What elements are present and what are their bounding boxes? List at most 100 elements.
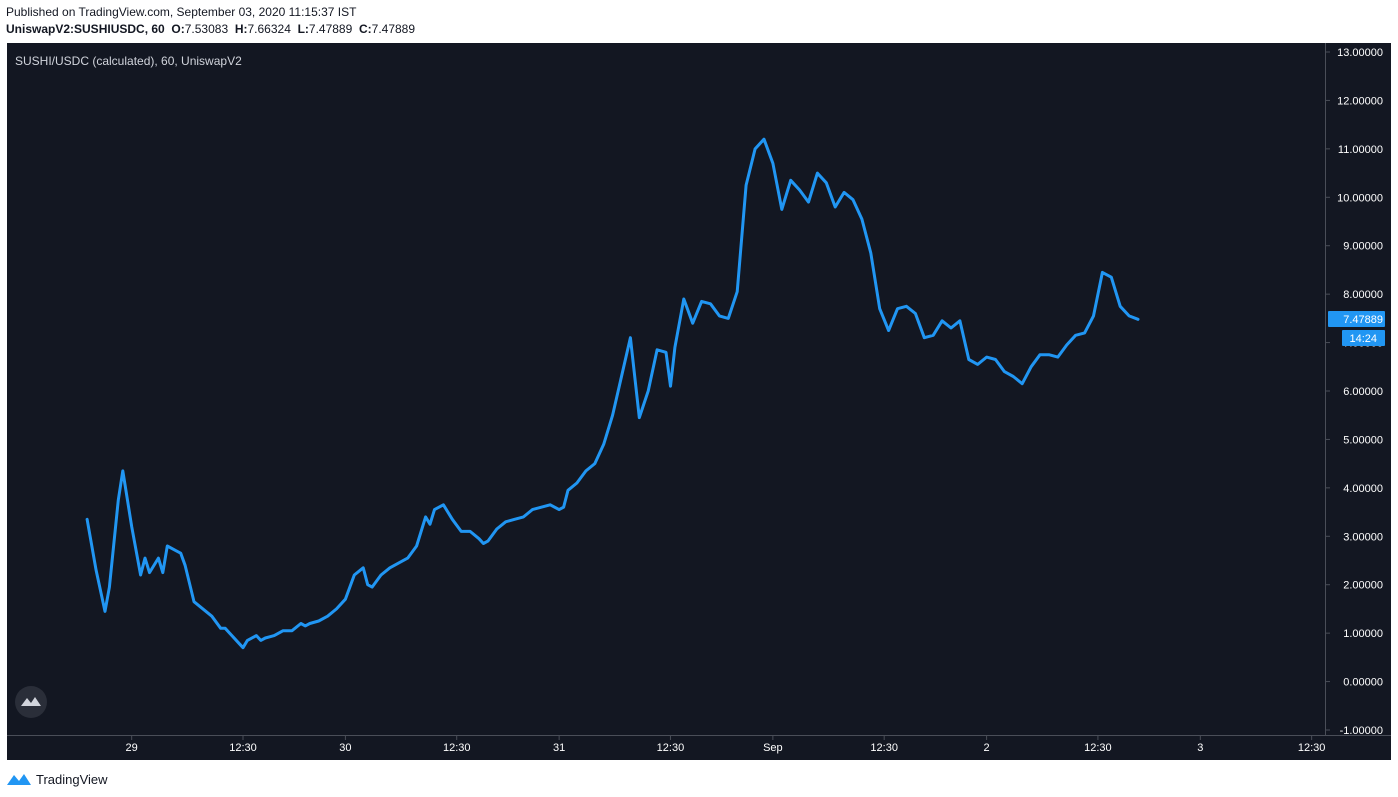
- data-point: [95, 569, 97, 571]
- data-point: [950, 327, 952, 329]
- data-point: [932, 334, 934, 336]
- data-point: [1075, 334, 1077, 336]
- data-point: [736, 291, 738, 293]
- data-point: [108, 586, 110, 588]
- y-tick-label: 1.00000: [1343, 628, 1383, 640]
- data-point: [148, 572, 151, 574]
- data-point: [367, 584, 369, 586]
- x-tick-label: 12:30: [443, 742, 471, 754]
- data-point: [772, 162, 774, 164]
- data-point: [224, 627, 226, 629]
- data-point: [781, 208, 783, 210]
- data-point: [86, 518, 88, 520]
- y-tick-label: 3.00000: [1343, 531, 1383, 543]
- tradingview-watermark: [15, 686, 47, 718]
- data-point: [683, 298, 685, 300]
- data-point: [1057, 356, 1059, 358]
- watermark-circle: [15, 686, 47, 718]
- data-point: [1012, 375, 1014, 378]
- data-point: [1003, 371, 1006, 373]
- data-point: [1039, 354, 1041, 356]
- x-tick-label: 31: [553, 742, 565, 754]
- data-point: [433, 509, 436, 511]
- data-point: [469, 530, 471, 533]
- data-point: [157, 557, 159, 559]
- data-point: [273, 635, 275, 637]
- data-point: [861, 218, 863, 220]
- data-point: [371, 586, 373, 588]
- data-point: [1101, 271, 1103, 273]
- data-point: [669, 385, 672, 387]
- data-point: [264, 637, 266, 639]
- y-tick-label: 10.00000: [1337, 192, 1383, 204]
- data-point: [180, 552, 182, 554]
- data-point: [398, 562, 400, 564]
- data-point: [1021, 383, 1023, 385]
- data-point: [1084, 332, 1086, 334]
- data-point: [122, 470, 124, 472]
- data-point: [986, 356, 988, 358]
- data-point: [852, 199, 854, 201]
- y-tick-label: 12.00000: [1337, 95, 1383, 107]
- data-point: [104, 610, 106, 613]
- countdown-label: 14:24: [1349, 333, 1377, 345]
- x-tick-label: 2: [984, 742, 990, 754]
- data-point: [380, 574, 382, 576]
- data-point: [246, 639, 248, 642]
- data-point: [563, 506, 565, 508]
- data-point: [144, 557, 146, 559]
- x-tick-label: 12:30: [1084, 742, 1112, 754]
- data-point: [353, 574, 355, 576]
- data-point: [442, 504, 444, 506]
- data-point: [255, 635, 257, 637]
- data-point: [202, 608, 204, 610]
- y-tick-label: 9.00000: [1343, 241, 1383, 253]
- data-point: [1110, 276, 1112, 278]
- data-point: [888, 329, 890, 332]
- data-point: [1066, 344, 1068, 346]
- data-point: [531, 509, 534, 511]
- y-tick-label: 4.00000: [1343, 483, 1383, 495]
- footer: TradingView: [6, 770, 108, 788]
- data-point: [522, 516, 525, 518]
- data-point: [612, 414, 614, 416]
- data-point: [505, 521, 507, 523]
- data-point: [585, 470, 587, 472]
- data-point: [344, 598, 346, 600]
- data-point: [718, 315, 721, 317]
- data-point: [745, 184, 747, 186]
- data-point: [140, 574, 142, 576]
- data-point: [905, 305, 908, 307]
- data-point: [496, 528, 498, 530]
- data-point: [318, 620, 320, 622]
- data-point: [692, 322, 694, 324]
- data-point: [647, 390, 649, 392]
- data-point: [260, 639, 262, 642]
- data-point: [220, 627, 222, 629]
- data-point: [242, 647, 244, 649]
- price-chart[interactable]: SUSHI/USDC (calculated), 60, UniswapV2 1…: [0, 0, 1398, 797]
- x-tick-label: 12:30: [229, 742, 257, 754]
- data-point: [514, 518, 516, 520]
- data-point: [389, 567, 391, 569]
- data-point: [834, 206, 836, 208]
- data-point: [229, 632, 231, 634]
- x-tick-label: 12:30: [1298, 742, 1326, 754]
- data-point: [335, 608, 338, 610]
- data-point: [843, 191, 845, 193]
- y-tick-label: 5.00000: [1343, 434, 1383, 446]
- data-point: [175, 550, 177, 552]
- data-point: [1092, 315, 1095, 317]
- data-point: [825, 182, 827, 184]
- data-point: [816, 172, 819, 174]
- chart-title: SUSHI/USDC (calculated), 60, UniswapV2: [15, 54, 242, 68]
- y-tick-label: 0.00000: [1343, 677, 1383, 689]
- data-point: [807, 201, 810, 203]
- data-point: [959, 320, 961, 322]
- tradingview-logo-icon: [7, 774, 31, 785]
- data-point: [131, 526, 133, 528]
- data-point: [674, 346, 676, 348]
- y-tick-label: 11.00000: [1338, 144, 1383, 156]
- data-point: [977, 363, 979, 365]
- x-tick-label: 12:30: [657, 742, 685, 754]
